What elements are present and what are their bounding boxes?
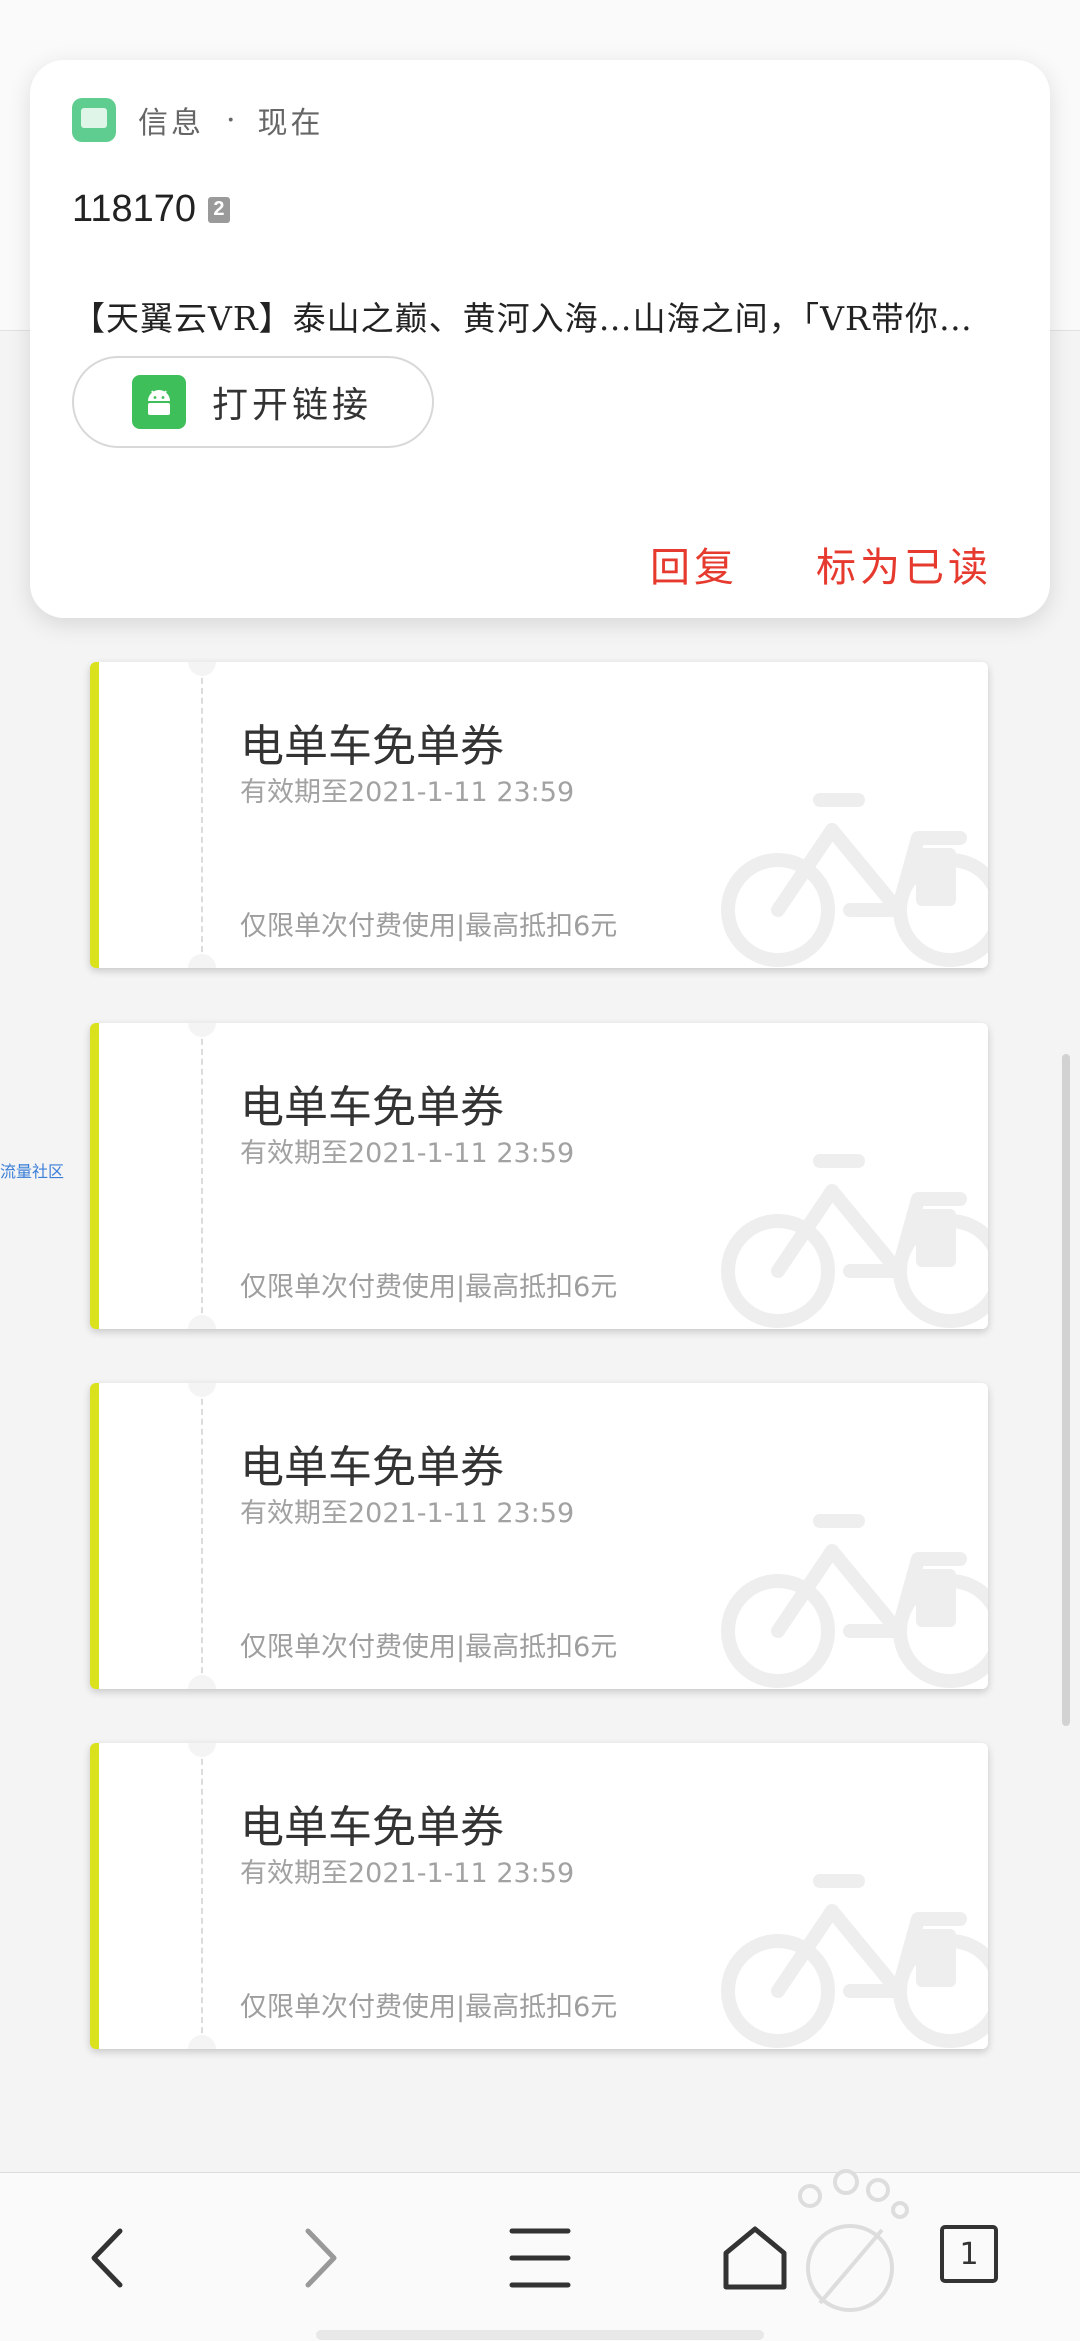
messages-app-icon — [72, 98, 116, 142]
notification-message[interactable]: 【天翼云VR】泰山之巅、黄河入海…山海之间，「VR带你… — [72, 292, 1032, 340]
side-community-label[interactable]: 流量社区 — [0, 1158, 64, 1182]
coupon-notch — [188, 1675, 216, 1689]
coupon-notch — [188, 954, 216, 968]
open-link-button[interactable]: 打开链接 — [72, 356, 434, 448]
coupon-expiry: 有效期至2021-1-11 23:59 — [240, 1138, 575, 1169]
coupon-perforation — [201, 668, 203, 962]
android-icon — [132, 375, 186, 429]
coupon-notch — [188, 1023, 216, 1037]
coupon-notch — [188, 2035, 216, 2049]
coupon-expiry: 有效期至2021-1-11 23:59 — [240, 1858, 575, 1889]
mark-as-read-button[interactable]: 标为已读 — [816, 535, 992, 593]
open-link-label: 打开链接 — [212, 385, 373, 426]
coupon-terms: 仅限单次付费使用|最高抵扣6元 — [240, 1992, 618, 2023]
coupon-card[interactable]: 电单车免单券 有效期至2021-1-11 23:59 仅限单次付费使用|最高抵扣… — [90, 662, 988, 968]
scrollbar[interactable] — [1062, 1054, 1070, 1726]
notification-time: 现在 — [257, 106, 324, 141]
paw-mascot-icon — [798, 2169, 909, 2312]
menu-icon — [509, 2228, 571, 2288]
coupon-title: 电单车免单券 — [240, 1442, 504, 1493]
coupon-notch — [188, 1315, 216, 1329]
coupon-expiry: 有效期至2021-1-11 23:59 — [240, 777, 575, 808]
home-button[interactable] — [720, 2225, 790, 2295]
forward-icon — [305, 2228, 337, 2288]
coupon-notch — [188, 1383, 216, 1397]
reply-button[interactable]: 回复 — [650, 535, 738, 593]
forward-button[interactable] — [296, 2225, 346, 2295]
coupon-card[interactable]: 电单车免单券 有效期至2021-1-11 23:59 仅限单次付费使用|最高抵扣… — [90, 1023, 988, 1329]
gesture-bar[interactable] — [316, 2330, 764, 2340]
tabs-button[interactable]: 1 — [940, 2225, 998, 2283]
bike-watermark-icon — [721, 793, 988, 967]
notification-sender: 118170 2 — [72, 188, 230, 231]
home-icon — [723, 2226, 787, 2290]
coupon-accent-bar — [90, 1743, 99, 2049]
coupon-terms: 仅限单次付费使用|最高抵扣6元 — [240, 1272, 618, 1303]
menu-button[interactable] — [508, 2225, 572, 2295]
coupon-perforation — [201, 1029, 203, 1323]
back-icon — [91, 2228, 123, 2288]
coupon-card[interactable]: 电单车免单券 有效期至2021-1-11 23:59 仅限单次付费使用|最高抵扣… — [90, 1383, 988, 1689]
coupon-card[interactable]: 电单车免单券 有效期至2021-1-11 23:59 仅限单次付费使用|最高抵扣… — [90, 1743, 988, 2049]
coupon-title: 电单车免单券 — [240, 721, 504, 772]
header-separator: · — [226, 102, 236, 138]
coupon-perforation — [201, 1749, 203, 2043]
coupon-terms: 仅限单次付费使用|最高抵扣6元 — [240, 1632, 618, 1663]
coupon-perforation — [201, 1389, 203, 1683]
sender-number: 118170 — [72, 188, 196, 230]
coupon-expiry: 有效期至2021-1-11 23:59 — [240, 1498, 575, 1529]
bike-watermark-icon — [721, 1514, 988, 1688]
coupon-notch — [188, 662, 216, 676]
coupon-accent-bar — [90, 1023, 99, 1329]
back-button[interactable] — [82, 2225, 132, 2295]
notification-header: 信息 · 现在 — [72, 98, 324, 142]
coupon-notch — [188, 1743, 216, 1757]
sms-notification-card[interactable]: 信息 · 现在 118170 2 【天翼云VR】泰山之巅、黄河入海…山海之间，「… — [30, 60, 1050, 618]
bike-watermark-icon — [721, 1874, 988, 2048]
notification-app-name: 信息 — [138, 106, 204, 141]
bike-watermark-icon — [721, 1154, 988, 1328]
coupon-title: 电单车免单券 — [240, 1082, 504, 1133]
coupon-accent-bar — [90, 1383, 99, 1689]
message-count-badge: 2 — [207, 196, 230, 223]
coupon-terms: 仅限单次付费使用|最高抵扣6元 — [240, 911, 618, 942]
coupon-title: 电单车免单券 — [240, 1802, 504, 1853]
coupon-accent-bar — [90, 662, 99, 968]
